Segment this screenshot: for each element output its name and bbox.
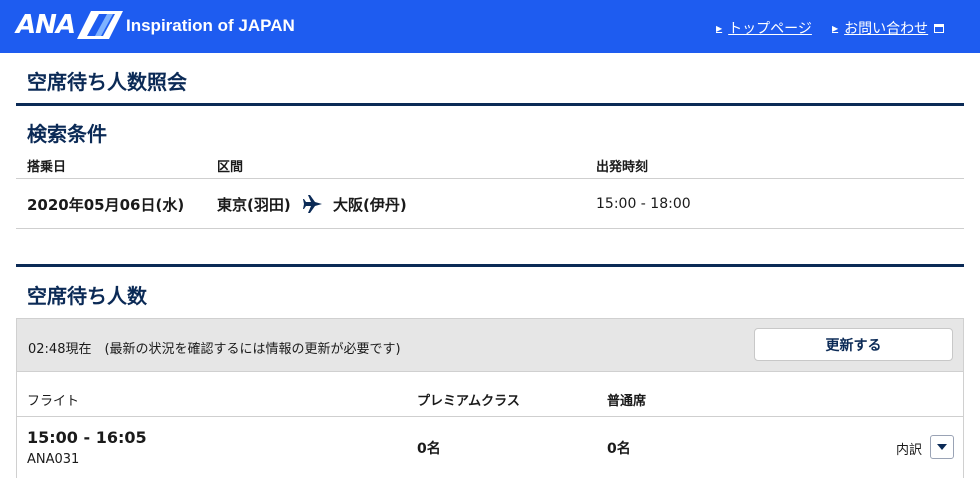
- waitlist-title: 空席待ち人数: [27, 284, 147, 308]
- divider: [16, 178, 964, 179]
- refresh-button[interactable]: 更新する: [754, 328, 953, 361]
- external-window-icon: [934, 23, 945, 33]
- chevron-down-icon: [937, 444, 947, 450]
- ana-stripes-logo-mark: [77, 11, 124, 39]
- divider: [16, 228, 964, 229]
- status-bar: 02:48現在 (最新の状況を確認するには情報の更新が必要です) 更新する: [16, 318, 964, 372]
- departure-time-column-label: 出発時刻: [596, 160, 649, 175]
- premium-waitlist-count: 0名: [417, 441, 441, 457]
- top-page-link[interactable]: ▶ トップページ: [716, 18, 812, 38]
- date-column-label: 搭乗日: [27, 160, 67, 175]
- flight-number: ANA031: [27, 452, 80, 467]
- origin-airport: 東京(羽田): [217, 196, 291, 214]
- ana-logo[interactable]: ANA: [16, 10, 124, 40]
- airplane-icon: [303, 195, 322, 213]
- search-conditions-title: 検索条件: [27, 122, 107, 146]
- economy-waitlist-count: 0名: [607, 441, 631, 457]
- contact-link[interactable]: ▶ お問い合わせ: [832, 18, 945, 38]
- premium-column-header: プレミアムクラス: [417, 394, 520, 409]
- destination-airport: 大阪(伊丹): [333, 196, 407, 214]
- site-header: ANA Inspiration of JAPAN ▶ トップページ ▶ お問い合…: [0, 0, 980, 53]
- flight-column-header: フライト: [27, 394, 80, 409]
- divider: [16, 416, 964, 417]
- flight-time: 15:00 - 16:05: [27, 428, 147, 447]
- waitlist-table: [16, 372, 964, 478]
- status-text: 02:48現在 (最新の状況を確認するには情報の更新が必要です): [28, 342, 401, 357]
- triangle-right-icon: ▶: [832, 23, 839, 33]
- departure-time-range: 15:00 - 18:00: [596, 196, 691, 212]
- page-title: 空席待ち人数照会: [27, 70, 187, 94]
- divider: [16, 264, 964, 267]
- triangle-right-icon: ▶: [716, 23, 723, 33]
- breakdown-toggle-button[interactable]: [930, 435, 954, 459]
- divider: [16, 103, 964, 106]
- breakdown-label: 内訳: [896, 443, 923, 458]
- route-column-label: 区間: [217, 160, 244, 175]
- tagline: Inspiration of JAPAN: [126, 16, 295, 35]
- boarding-date: 2020年05月06日(水): [27, 196, 185, 214]
- economy-column-header: 普通席: [607, 394, 647, 409]
